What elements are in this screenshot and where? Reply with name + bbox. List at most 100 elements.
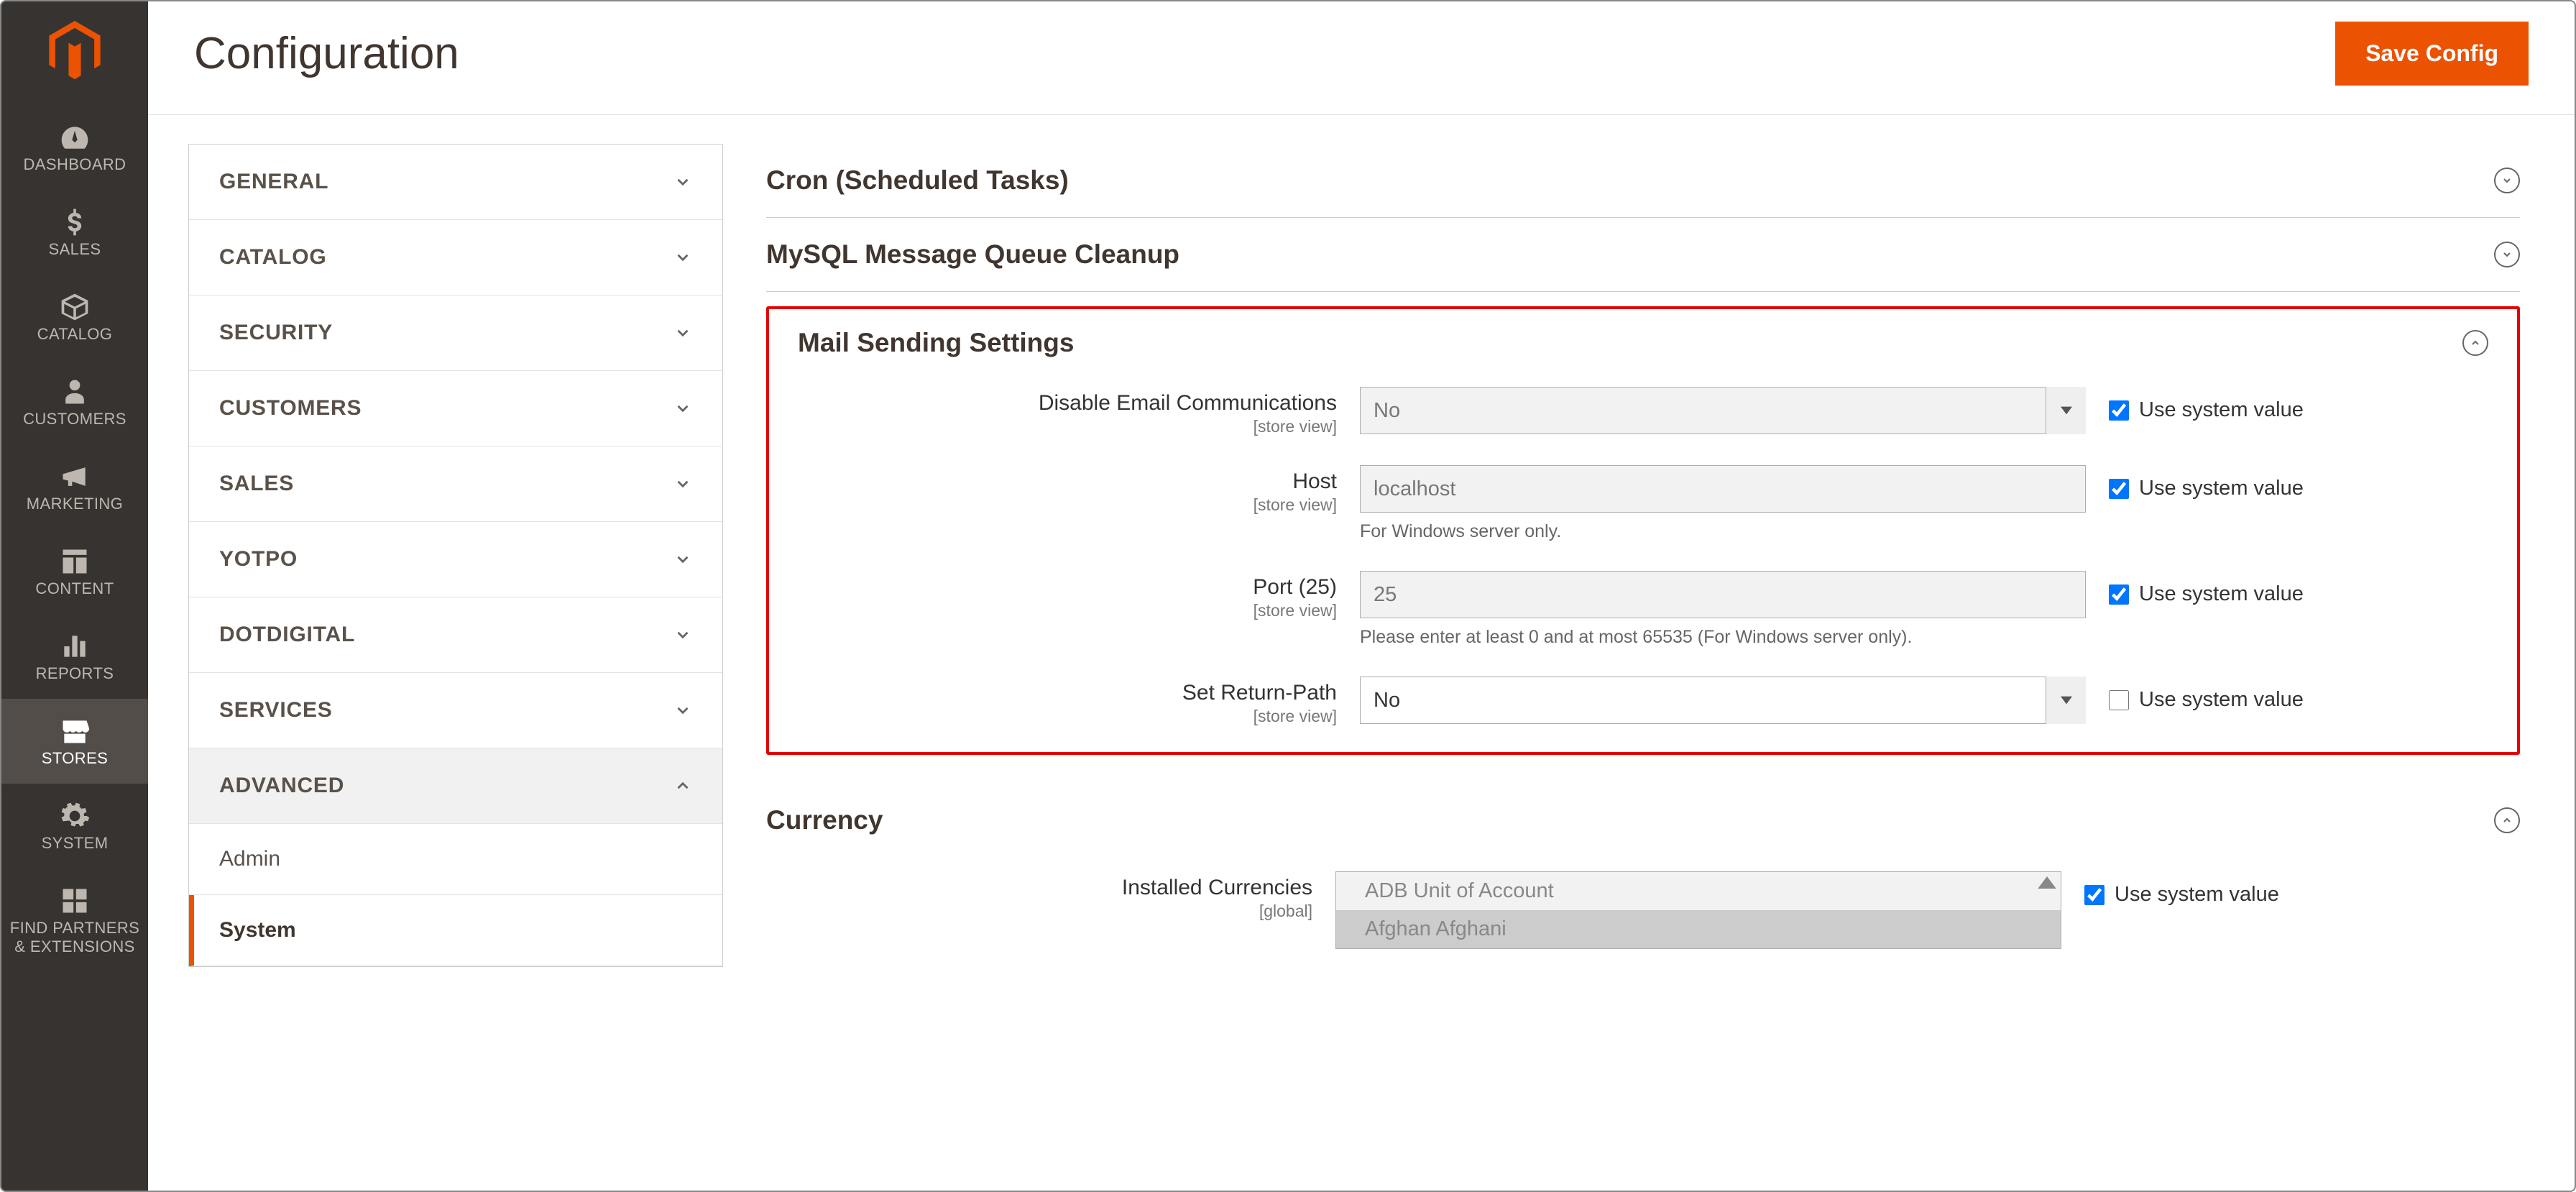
save-config-button[interactable]: Save Config bbox=[2335, 22, 2529, 86]
nav-sales[interactable]: SALES bbox=[1, 190, 148, 275]
use-system-label: Use system value bbox=[2139, 477, 2304, 500]
use-system-checkbox[interactable] bbox=[2109, 400, 2129, 421]
dollar-icon bbox=[7, 204, 142, 237]
chevron-down-icon bbox=[673, 550, 692, 569]
tab-label: DOTDIGITAL bbox=[219, 623, 355, 647]
field-host: Host[store view] For Windows server only… bbox=[791, 465, 2496, 542]
chevron-down-icon bbox=[673, 399, 692, 418]
tab-general[interactable]: GENERAL bbox=[189, 145, 722, 220]
tab-label: CATALOG bbox=[219, 245, 326, 270]
page-header: Configuration Save Config bbox=[148, 1, 2575, 115]
nav-label: CONTENT bbox=[35, 579, 114, 597]
tab-customers[interactable]: CUSTOMERS bbox=[189, 371, 722, 446]
dropdown-arrow-icon bbox=[2046, 387, 2086, 434]
nav-reports[interactable]: REPORTS bbox=[1, 614, 148, 699]
use-system-port[interactable]: Use system value bbox=[2109, 571, 2304, 606]
tab-catalog[interactable]: CATALOG bbox=[189, 220, 722, 295]
nav-label: CUSTOMERS bbox=[23, 410, 126, 428]
nav-partners[interactable]: FIND PARTNERS & EXTENSIONS bbox=[1, 868, 148, 972]
bars-icon bbox=[7, 628, 142, 661]
tab-sales[interactable]: SALES bbox=[189, 446, 722, 522]
nav-label: SALES bbox=[49, 240, 101, 258]
tab-label: ADVANCED bbox=[219, 774, 344, 798]
section-toggle-currency[interactable]: Currency bbox=[766, 805, 2520, 835]
port-note: Please enter at least 0 and at most 6553… bbox=[1360, 627, 2086, 648]
use-system-label: Use system value bbox=[2115, 883, 2279, 907]
layout-icon bbox=[7, 544, 142, 577]
chevron-down-icon bbox=[673, 625, 692, 644]
return-path-value[interactable] bbox=[1360, 677, 2086, 724]
use-system-checkbox[interactable] bbox=[2109, 690, 2129, 710]
field-return-path: Set Return-Path[store view] Use system v… bbox=[791, 677, 2496, 726]
magento-logo[interactable] bbox=[39, 14, 111, 86]
page-title: Configuration bbox=[194, 28, 459, 79]
subtab-admin[interactable]: Admin bbox=[189, 824, 722, 895]
port-input bbox=[1360, 571, 2086, 618]
gauge-icon bbox=[7, 119, 142, 152]
tab-label: GENERAL bbox=[219, 170, 328, 194]
section-currency: Currency Installed Currencies[global] AD… bbox=[766, 784, 2520, 999]
section-title: Currency bbox=[766, 805, 883, 835]
nav-system[interactable]: SYSTEM bbox=[1, 784, 148, 868]
nav-marketing[interactable]: MARKETING bbox=[1, 444, 148, 529]
use-system-checkbox[interactable] bbox=[2084, 885, 2104, 905]
multiselect-option: ADB Unit of Account bbox=[1336, 872, 2061, 910]
nav-customers[interactable]: CUSTOMERS bbox=[1, 359, 148, 444]
use-system-currencies[interactable]: Use system value bbox=[2084, 871, 2279, 907]
section-toggle-mysql[interactable]: MySQL Message Queue Cleanup bbox=[766, 239, 2520, 270]
section-toggle-mail[interactable]: Mail Sending Settings bbox=[791, 328, 2496, 358]
config-panel: Cron (Scheduled Tasks) MySQL Message Que… bbox=[766, 144, 2534, 1191]
tab-label: YOTPO bbox=[219, 547, 298, 572]
use-system-checkbox[interactable] bbox=[2109, 584, 2129, 605]
installed-currencies-multiselect: ADB Unit of Account Afghan Afghani bbox=[1335, 871, 2061, 949]
field-label-text: Host bbox=[1292, 469, 1337, 493]
use-system-return-path[interactable]: Use system value bbox=[2109, 677, 2304, 712]
field-scope: [store view] bbox=[791, 601, 1337, 620]
dropdown-arrow-icon[interactable] bbox=[2046, 677, 2086, 724]
nav-label: SYSTEM bbox=[42, 834, 109, 852]
tab-label: SALES bbox=[219, 472, 294, 496]
section-mysql: MySQL Message Queue Cleanup bbox=[766, 218, 2520, 292]
host-input bbox=[1360, 465, 2086, 513]
return-path-select[interactable] bbox=[1360, 677, 2086, 724]
field-scope: [global] bbox=[766, 902, 1312, 921]
section-toggle-cron[interactable]: Cron (Scheduled Tasks) bbox=[766, 165, 2520, 196]
disable-email-value bbox=[1360, 387, 2086, 434]
storefront-icon bbox=[7, 713, 142, 746]
subtab-system[interactable]: System bbox=[189, 895, 722, 966]
admin-nav: DASHBOARD SALES CATALOG CUSTOMERS MARKET… bbox=[1, 1, 148, 1191]
tab-dotdigital[interactable]: DOTDIGITAL bbox=[189, 597, 722, 673]
nav-catalog[interactable]: CATALOG bbox=[1, 275, 148, 359]
use-system-label: Use system value bbox=[2139, 398, 2304, 422]
megaphone-icon bbox=[7, 459, 142, 492]
use-system-disable[interactable]: Use system value bbox=[2109, 387, 2304, 422]
tab-yotpo[interactable]: YOTPO bbox=[189, 522, 722, 597]
chevron-down-icon bbox=[673, 173, 692, 191]
nav-label: REPORTS bbox=[36, 664, 114, 682]
blocks-icon bbox=[7, 883, 142, 916]
section-cron: Cron (Scheduled Tasks) bbox=[766, 144, 2520, 218]
nav-content[interactable]: CONTENT bbox=[1, 529, 148, 614]
use-system-checkbox[interactable] bbox=[2109, 479, 2129, 499]
chevron-down-icon bbox=[673, 324, 692, 342]
expand-icon bbox=[2494, 242, 2520, 267]
section-title: MySQL Message Queue Cleanup bbox=[766, 239, 1179, 270]
field-installed-currencies: Installed Currencies[global] ADB Unit of… bbox=[766, 871, 2520, 949]
disable-email-select bbox=[1360, 387, 2086, 434]
nav-label: MARKETING bbox=[27, 495, 123, 513]
field-port: Port (25)[store view] Please enter at le… bbox=[791, 571, 2496, 648]
multiselect-option: Afghan Afghani bbox=[1336, 910, 2061, 948]
nav-dashboard[interactable]: DASHBOARD bbox=[1, 105, 148, 190]
tab-services[interactable]: SERVICES bbox=[189, 673, 722, 748]
use-system-label: Use system value bbox=[2139, 688, 2304, 712]
tab-security[interactable]: SECURITY bbox=[189, 295, 722, 371]
nav-label: DASHBOARD bbox=[24, 155, 126, 173]
field-label-text: Set Return-Path bbox=[1182, 681, 1337, 705]
nav-stores[interactable]: STORES bbox=[1, 699, 148, 784]
host-note: For Windows server only. bbox=[1360, 521, 2086, 542]
gear-icon bbox=[7, 798, 142, 831]
use-system-host[interactable]: Use system value bbox=[2109, 465, 2304, 500]
field-disable-email: Disable Email Communications[store view]… bbox=[791, 387, 2496, 436]
tab-label: SERVICES bbox=[219, 698, 333, 723]
tab-advanced[interactable]: ADVANCED bbox=[189, 748, 722, 824]
